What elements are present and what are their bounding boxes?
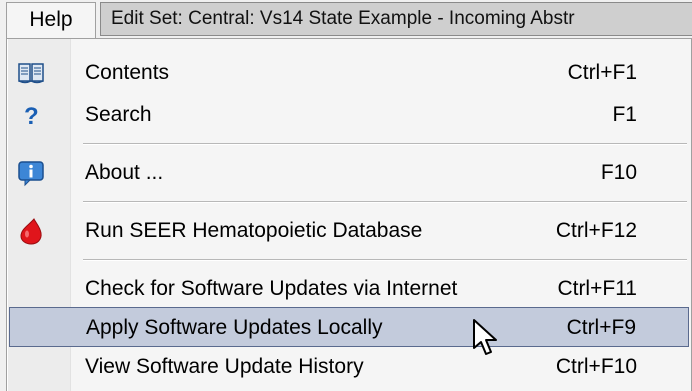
menu-item-shortcut: Ctrl+F11 — [557, 277, 637, 300]
menu-separator — [83, 201, 687, 203]
question-mark-icon: ? — [17, 101, 45, 130]
menu-separator — [83, 143, 687, 145]
menu-item-label: Apply Software Updates Locally — [86, 316, 383, 339]
menu-item-check-updates[interactable]: Check for Software Updates via Internet … — [9, 269, 689, 309]
menu-item-search[interactable]: ? Search F1 — [9, 95, 689, 135]
book-icon — [17, 59, 45, 87]
menu-item-label: Run SEER Hematopoietic Database — [85, 219, 423, 242]
menu-separator — [83, 259, 687, 261]
menu-item-label: Search — [85, 103, 152, 126]
window-title-bar: Edit Set: Central: Vs14 State Example - … — [100, 2, 692, 36]
svg-text:?: ? — [24, 103, 39, 129]
menu-item-shortcut: Ctrl+F12 — [555, 219, 637, 242]
info-icon — [17, 159, 45, 187]
menu-item-apply-updates[interactable]: Apply Software Updates Locally Ctrl+F9 — [9, 307, 689, 347]
menu-item-about[interactable]: About ... F10 — [9, 153, 689, 193]
menu-item-shortcut: Ctrl+F9 — [566, 316, 636, 339]
menu-item-label: Check for Software Updates via Internet — [85, 277, 458, 300]
screen: Help Edit Set: Central: Vs14 State Examp… — [0, 0, 692, 391]
help-dropdown-menu: Contents Ctrl+F1 ? Search F1 About ... F… — [6, 38, 692, 391]
menu-item-shortcut: F1 — [612, 103, 637, 126]
menu-item-view-update-history[interactable]: View Software Update History Ctrl+F10 — [9, 347, 689, 387]
mouse-cursor-icon — [472, 318, 500, 360]
blood-drop-icon — [17, 217, 45, 245]
menu-item-shortcut: Ctrl+F1 — [567, 61, 637, 84]
menu-item-label: Contents — [85, 61, 170, 84]
menu-bar: Help Edit Set: Central: Vs14 State Examp… — [0, 0, 692, 38]
menu-item-shortcut: Ctrl+F10 — [555, 355, 637, 378]
menu-item-run-seer[interactable]: Run SEER Hematopoietic Database Ctrl+F12 — [9, 211, 689, 251]
menu-item-contents[interactable]: Contents Ctrl+F1 — [9, 53, 689, 93]
menu-item-label: View Software Update History — [85, 355, 364, 378]
menu-help[interactable]: Help — [6, 2, 96, 38]
menu-item-shortcut: F10 — [600, 161, 637, 184]
menu-item-label: About ... — [85, 161, 164, 184]
